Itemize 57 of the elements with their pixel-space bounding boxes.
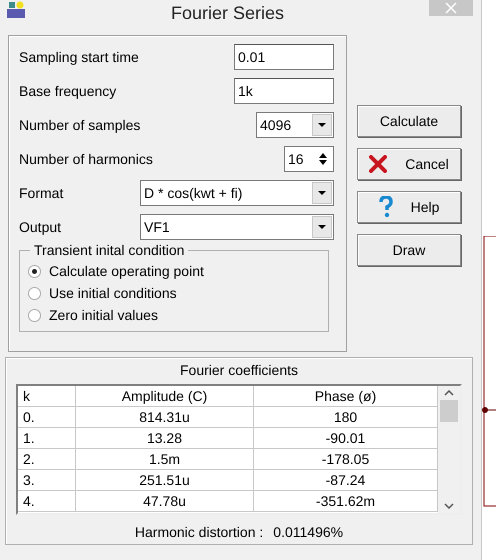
- table-cell: 13.28: [76, 428, 254, 449]
- dropdown[interactable]: VF1: [140, 214, 334, 240]
- scroll-thumb[interactable]: [440, 400, 458, 422]
- field-label: Number of samples: [19, 117, 140, 133]
- input-field[interactable]: 1k: [234, 78, 334, 104]
- table-cell: 2.: [18, 449, 76, 470]
- app-icon: [6, 1, 26, 19]
- radio-label: Zero initial values: [49, 307, 158, 323]
- spin-field[interactable]: 16: [284, 146, 334, 172]
- table-cell: 180: [254, 407, 438, 428]
- spin-arrows-icon: [318, 152, 328, 166]
- table-cell: 3.: [18, 470, 76, 491]
- table-cell: 4.: [18, 491, 76, 512]
- table-cell: -90.01: [254, 428, 438, 449]
- field-label: Number of harmonics: [19, 151, 153, 167]
- dropdown[interactable]: D * cos(kwt + fi): [140, 180, 334, 206]
- table-cell: -178.05: [254, 449, 438, 470]
- scroll-up-icon: [444, 390, 454, 396]
- close-button[interactable]: [429, 0, 473, 16]
- action-button[interactable]: Draw: [357, 234, 461, 266]
- field-label: Sampling start time: [19, 49, 139, 65]
- caret-icon: [318, 225, 326, 229]
- panel-title: Fourier coefficients: [180, 362, 298, 380]
- table-cell: 1.: [18, 428, 76, 449]
- distortion-value: 0.011496%: [273, 524, 344, 540]
- table-cell: 1.5m: [76, 449, 254, 470]
- help-button[interactable]: Help: [357, 191, 461, 223]
- groupbox-title: Transient inital condition: [30, 242, 188, 258]
- cross-icon: [369, 155, 388, 173]
- input-field[interactable]: 0.01: [234, 44, 334, 70]
- question-mark-icon: [378, 196, 393, 218]
- radio-label: Use initial conditions: [49, 285, 177, 301]
- table-cell: -87.24: [254, 470, 438, 491]
- radio-button[interactable]: [28, 286, 41, 300]
- close-icon: [445, 2, 457, 14]
- caret-icon: [318, 191, 326, 195]
- radio-button[interactable]: [28, 264, 41, 278]
- dropdown[interactable]: 4096: [256, 112, 334, 138]
- column-header: Amplitude (C): [76, 386, 254, 407]
- action-button[interactable]: Calculate: [357, 105, 461, 137]
- column-header: Phase (ø): [254, 386, 438, 407]
- table-cell: -351.62m: [254, 491, 438, 512]
- table-cell: 251.51u: [76, 470, 254, 491]
- distortion-label: Harmonic distortion :: [134, 524, 264, 540]
- column-header: k: [18, 386, 76, 407]
- cancel-button[interactable]: Cancel: [357, 148, 461, 180]
- radio-button[interactable]: [28, 308, 41, 322]
- field-label: Output: [19, 219, 62, 235]
- field-label: Format: [19, 185, 64, 201]
- radio-label: Calculate operating point: [49, 263, 204, 279]
- window-title: Fourier Series: [170, 2, 286, 24]
- table-cell: 47.78u: [76, 491, 254, 512]
- caret-icon: [318, 123, 326, 127]
- table-cell: 814.31u: [76, 407, 254, 428]
- table-cell: 0.: [18, 407, 76, 428]
- scroll-down-icon: [444, 503, 454, 509]
- field-label: Base frequency: [19, 83, 116, 99]
